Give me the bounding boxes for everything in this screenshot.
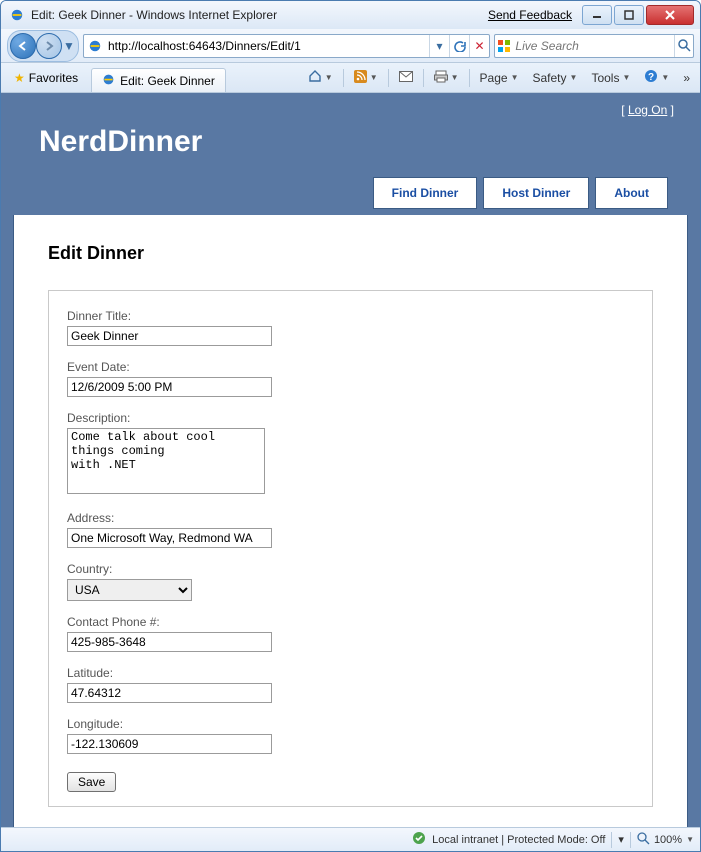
logon-link[interactable]: Log On	[628, 103, 667, 117]
star-icon: ★	[14, 71, 25, 85]
page-body: [ Log On ] NerdDinner Find Dinner Host D…	[1, 93, 700, 827]
browser-window: Edit: Geek Dinner - Windows Internet Exp…	[0, 0, 701, 852]
ie-favicon-icon	[9, 7, 25, 23]
title-label: Dinner Title:	[67, 309, 634, 323]
edit-form: Dinner Title: Event Date: Description: C…	[48, 290, 653, 807]
help-icon: ?	[644, 69, 658, 86]
country-select[interactable]: USA	[67, 579, 192, 601]
status-bar: Local intranet | Protected Mode: Off ▾ 1…	[1, 827, 700, 851]
viewport: [ Log On ] NerdDinner Find Dinner Host D…	[1, 93, 700, 827]
favorites-label: Favorites	[29, 71, 78, 85]
window-title: Edit: Geek Dinner - Windows Internet Exp…	[31, 8, 277, 22]
nav-find-dinner[interactable]: Find Dinner	[373, 177, 478, 209]
printer-icon	[434, 70, 448, 86]
home-button[interactable]: ▼	[302, 65, 339, 90]
forward-button[interactable]	[36, 33, 62, 59]
login-area: [ Log On ]	[13, 93, 688, 117]
address-bar: ▾ ✕	[83, 34, 490, 58]
address-dropdown[interactable]: ▾	[429, 35, 449, 57]
nav-history-dropdown[interactable]: ▼	[62, 33, 76, 59]
tab-favicon-icon	[102, 73, 115, 89]
protected-mode-dropdown[interactable]: ▾	[618, 833, 624, 846]
nav-about[interactable]: About	[595, 177, 668, 209]
country-label: Country:	[67, 562, 634, 576]
rss-icon	[354, 70, 367, 86]
phone-input[interactable]	[67, 632, 272, 652]
address-input-field[interactable]	[67, 528, 272, 548]
title-input[interactable]	[67, 326, 272, 346]
close-button[interactable]	[646, 5, 694, 25]
security-zone-text: Local intranet | Protected Mode: Off	[432, 834, 605, 846]
site-nav: Find Dinner Host Dinner About	[13, 177, 688, 215]
page-menu[interactable]: Page ▼	[474, 67, 525, 89]
phone-label: Contact Phone #:	[67, 615, 634, 629]
security-zone-icon	[412, 831, 426, 848]
read-mail-button[interactable]	[393, 67, 419, 89]
send-feedback-link[interactable]: Send Feedback	[488, 8, 572, 22]
page-scrollbar[interactable]: [ Log On ] NerdDinner Find Dinner Host D…	[1, 93, 700, 827]
latitude-input[interactable]	[67, 683, 272, 703]
chevron-expand[interactable]: »	[677, 67, 696, 89]
print-button[interactable]: ▼	[428, 66, 465, 90]
help-button[interactable]: ?▼	[638, 65, 675, 90]
minimize-button[interactable]	[582, 5, 612, 25]
search-input[interactable]	[513, 36, 674, 56]
zoom-control[interactable]: 100% ▼	[637, 832, 694, 848]
nav-host-dinner[interactable]: Host Dinner	[483, 177, 589, 209]
feeds-button[interactable]: ▼	[348, 66, 384, 90]
search-button[interactable]	[674, 35, 693, 57]
tools-menu[interactable]: Tools ▼	[585, 67, 636, 89]
safety-menu[interactable]: Safety ▼	[527, 67, 584, 89]
title-bar: Edit: Geek Dinner - Windows Internet Exp…	[1, 1, 700, 29]
date-input[interactable]	[67, 377, 272, 397]
home-icon	[308, 69, 322, 86]
content-card: Edit Dinner Dinner Title: Event Date: De…	[13, 215, 688, 827]
search-box	[494, 34, 694, 58]
maximize-button[interactable]	[614, 5, 644, 25]
tab-title: Edit: Geek Dinner	[120, 74, 215, 88]
save-button[interactable]: Save	[67, 772, 116, 792]
refresh-button[interactable]	[449, 35, 469, 57]
favorites-button[interactable]: ★ Favorites	[5, 67, 87, 89]
browser-tab[interactable]: Edit: Geek Dinner	[91, 68, 226, 92]
zoom-icon	[637, 832, 650, 848]
search-provider-icon	[495, 39, 513, 53]
navigation-bar: ▼ ▾ ✕	[1, 29, 700, 63]
latitude-label: Latitude:	[67, 666, 634, 680]
command-bar: ★ Favorites Edit: Geek Dinner ▼ ▼ ▼	[1, 63, 700, 93]
date-label: Event Date:	[67, 360, 634, 374]
back-button[interactable]	[10, 33, 36, 59]
svg-text:?: ?	[648, 72, 654, 83]
nav-arrow-group: ▼	[7, 30, 79, 62]
longitude-input[interactable]	[67, 734, 272, 754]
mail-icon	[399, 71, 413, 85]
chevron-right-icon: »	[683, 71, 690, 85]
window-buttons	[580, 5, 694, 25]
description-input[interactable]: Come talk about cool things coming with …	[67, 428, 265, 494]
address-input[interactable]	[106, 36, 429, 56]
description-label: Description:	[67, 411, 634, 425]
address-label: Address:	[67, 511, 634, 525]
site-brand: NerdDinner	[13, 117, 688, 177]
longitude-label: Longitude:	[67, 717, 634, 731]
page-favicon-icon	[84, 39, 106, 53]
stop-button[interactable]: ✕	[469, 35, 489, 57]
page-heading: Edit Dinner	[48, 243, 653, 264]
zoom-value: 100%	[654, 834, 682, 846]
